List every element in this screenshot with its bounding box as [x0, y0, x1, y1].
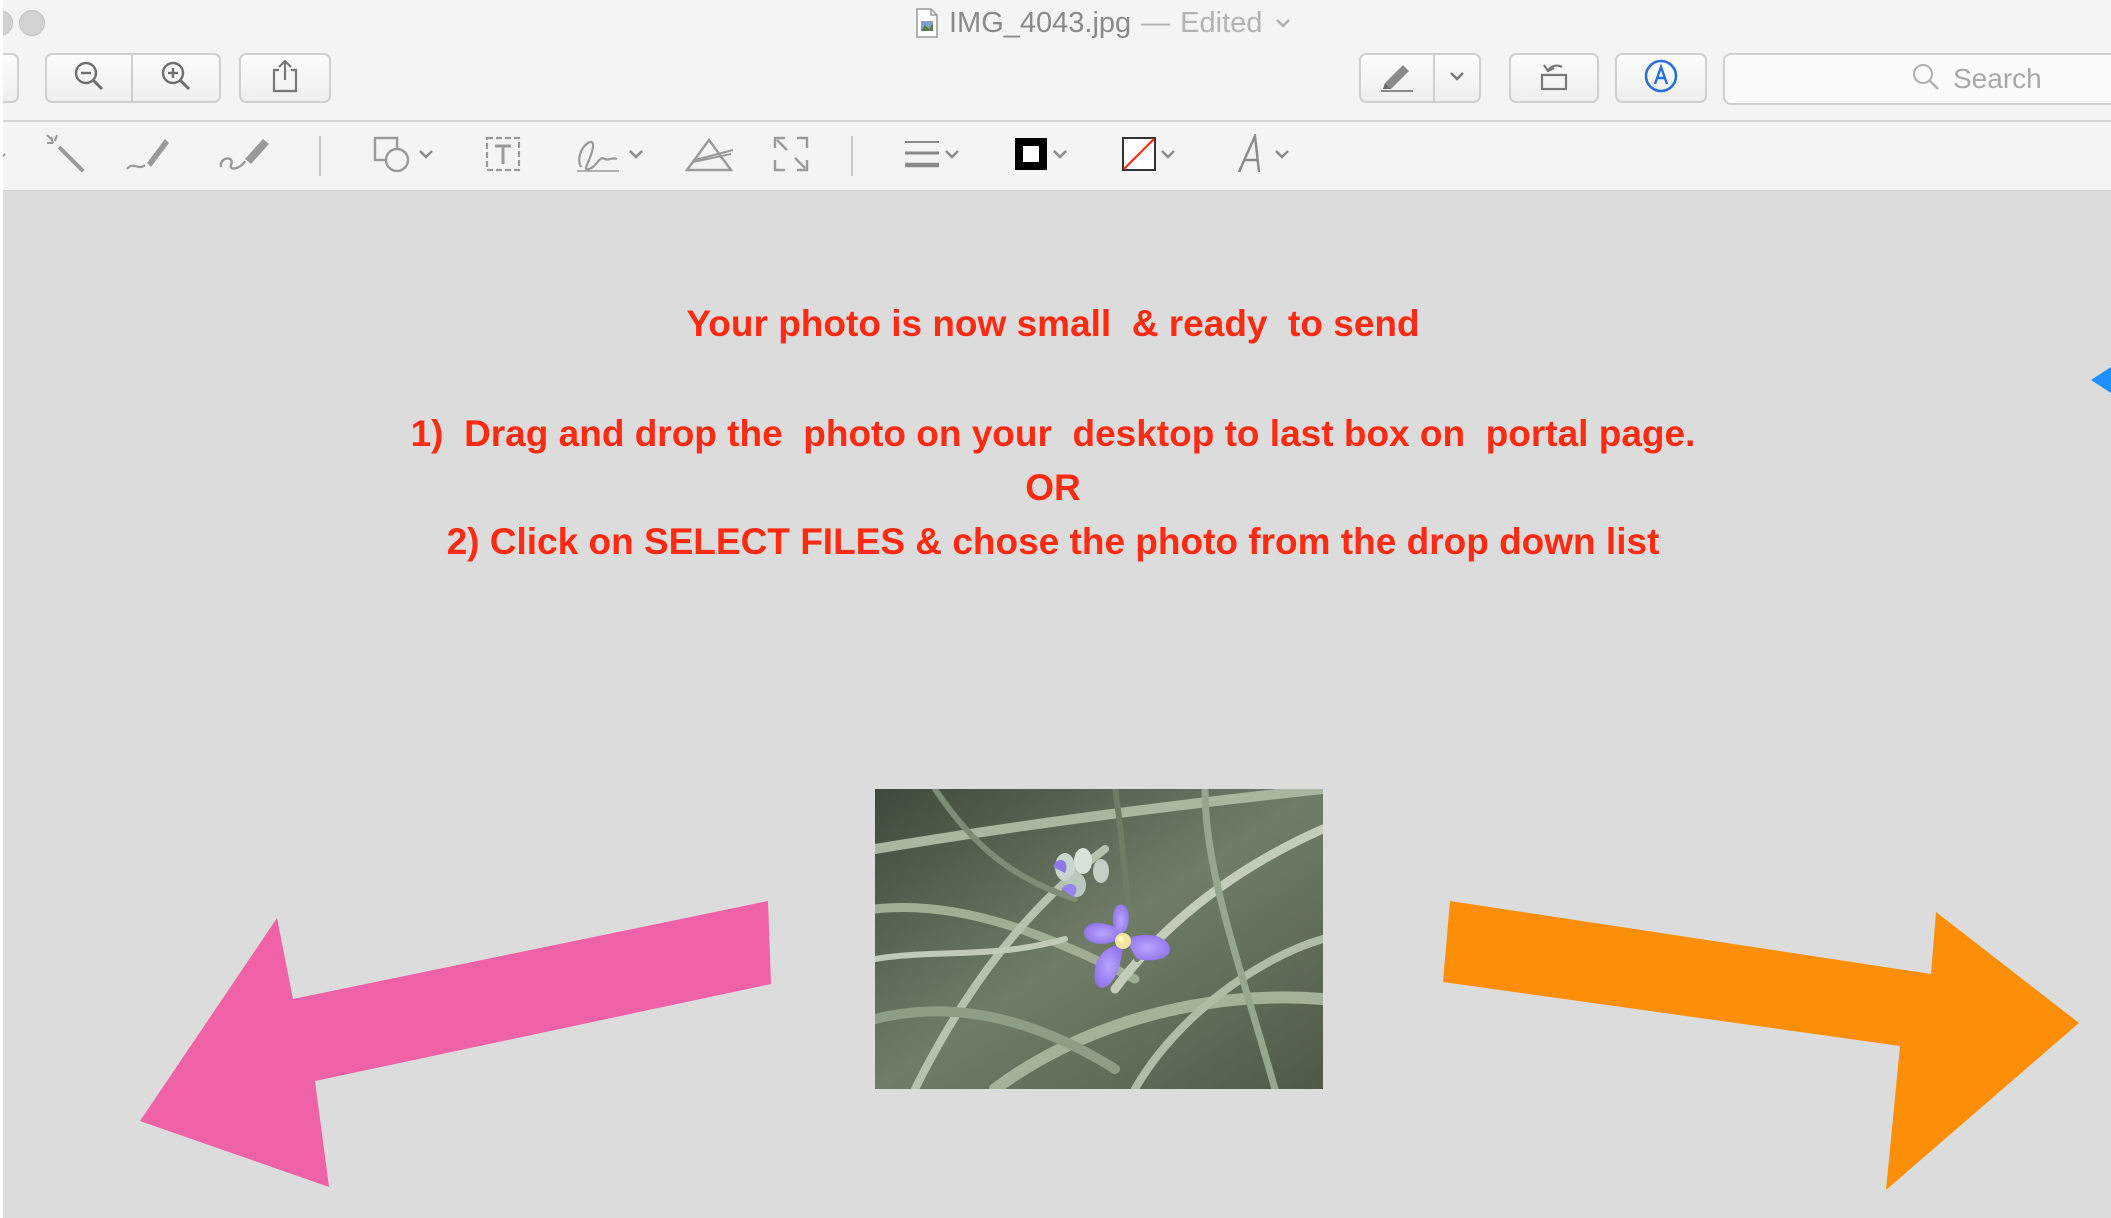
- share-button[interactable]: [239, 53, 331, 103]
- or-text: OR: [1025, 467, 1081, 508]
- markup-toolbar: [3, 122, 2111, 191]
- rotate-button[interactable]: [1509, 53, 1599, 103]
- pen-sketch-icon: [123, 131, 173, 182]
- document-icon: [915, 8, 939, 38]
- chevron-down-icon: [415, 143, 437, 170]
- main-toolbar: [3, 48, 2111, 120]
- title-bar: IMG_4043.jpg — Edited: [3, 0, 2111, 48]
- chevron-down-icon: [1157, 143, 1179, 170]
- font-style-icon: [1235, 130, 1271, 179]
- chevron-down-icon[interactable]: [1272, 12, 1294, 34]
- text-tool[interactable]: [483, 132, 523, 180]
- rotate-icon: [1534, 57, 1574, 100]
- preview-window: IMG_4043.jpg — Edited Search Your photo …: [3, 0, 2111, 1218]
- sidebar-button[interactable]: [3, 53, 19, 103]
- prism-icon: [683, 134, 737, 179]
- highlight-menu-button[interactable]: [1435, 53, 1481, 103]
- markup-icon: [1642, 57, 1680, 100]
- resize-icon: [771, 134, 811, 179]
- signature-tool[interactable]: [571, 132, 647, 180]
- sketch-tool[interactable]: [123, 132, 173, 180]
- zoom-out-icon: [71, 58, 107, 99]
- fill-color-icon: [1121, 136, 1157, 177]
- instant-alpha-tool[interactable]: [43, 132, 89, 180]
- line-style-icon: [903, 136, 941, 177]
- window-title[interactable]: IMG_4043.jpg — Edited: [915, 6, 1294, 40]
- pen-draw-icon: [217, 131, 273, 182]
- step-two-text: 2) Click on SELECT FILES & chose the pho…: [446, 521, 1660, 562]
- zoom-window-button[interactable]: [3, 10, 13, 36]
- share-icon: [269, 58, 301, 99]
- step-one-text: 1) Drag and drop the photo on your deskt…: [410, 413, 1696, 454]
- highlight-button[interactable]: [1359, 53, 1435, 103]
- line-style-tool[interactable]: [903, 132, 963, 180]
- zoom-in-icon: [158, 58, 194, 99]
- border-color-icon: [1013, 136, 1049, 177]
- file-name: IMG_4043.jpg: [949, 6, 1132, 39]
- markup-toolbar-button[interactable]: [1615, 53, 1707, 103]
- magic-wand-icon: [43, 131, 89, 182]
- flower-photo: [875, 789, 1323, 1089]
- shapes-icon: [371, 132, 415, 181]
- window-control-button[interactable]: [19, 10, 45, 36]
- text-box-icon: [483, 134, 523, 179]
- highlighter-icon: [1377, 59, 1417, 98]
- chevron-down-icon: [1447, 66, 1467, 91]
- adjust-color-tool[interactable]: [683, 132, 737, 180]
- headline-text: Your photo is now small & ready to send: [686, 303, 1420, 344]
- title-separator: —: [1141, 6, 1171, 39]
- chevron-down-icon: [1271, 143, 1293, 170]
- image-canvas: Your photo is now small & ready to send …: [3, 191, 2111, 1218]
- chevron-down-icon: [941, 143, 963, 170]
- border-color-tool[interactable]: [1013, 132, 1071, 180]
- right-arrow: [1443, 901, 2079, 1190]
- fill-color-tool[interactable]: [1121, 132, 1179, 180]
- text-style-tool[interactable]: [1235, 130, 1293, 180]
- signature-icon: [571, 131, 625, 182]
- search-icon: [1911, 62, 1941, 97]
- search-field[interactable]: [1723, 53, 2111, 105]
- chevron-down-icon: [1049, 143, 1071, 170]
- edited-status: Edited: [1180, 6, 1263, 39]
- left-arrow: [140, 901, 771, 1187]
- zoom-in-button[interactable]: [133, 53, 221, 103]
- chevron-left-icon[interactable]: [3, 132, 9, 180]
- adjust-size-tool[interactable]: [771, 132, 811, 180]
- shapes-tool[interactable]: [371, 132, 437, 180]
- toolbar-separator: [319, 136, 321, 176]
- chevron-down-icon: [625, 143, 647, 170]
- draw-tool[interactable]: [217, 132, 273, 180]
- toolbar-separator: [851, 136, 853, 176]
- edge-marker-icon: [2091, 367, 2111, 393]
- search-input[interactable]: [1951, 62, 2111, 96]
- zoom-out-button[interactable]: [45, 53, 133, 103]
